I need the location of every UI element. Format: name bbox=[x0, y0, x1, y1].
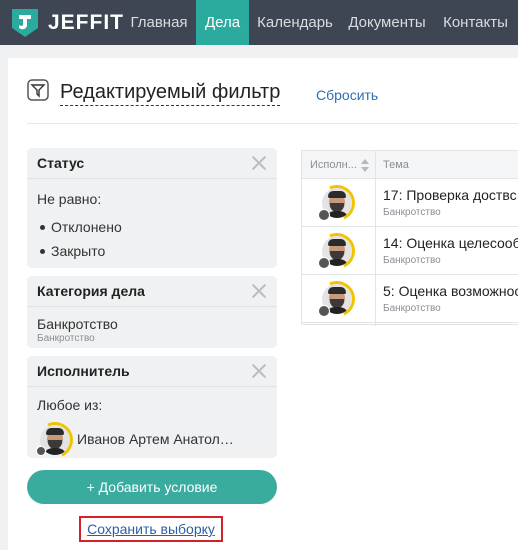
condition-value: Банкротство bbox=[37, 316, 118, 332]
condition-assignee-header: Исполнитель bbox=[27, 356, 277, 387]
avatar bbox=[313, 275, 361, 323]
nav-item-cases[interactable]: Дела bbox=[196, 0, 249, 45]
condition-title: Исполнитель bbox=[37, 363, 130, 379]
close-icon[interactable] bbox=[251, 363, 267, 379]
nav-item-contacts[interactable]: Контакты bbox=[433, 0, 518, 45]
top-navbar: JEFFIT Главная Дела Календарь Документы … bbox=[0, 0, 518, 45]
avatar bbox=[313, 179, 361, 227]
bullet-icon bbox=[40, 224, 45, 230]
condition-operator: Не равно: bbox=[37, 191, 102, 207]
condition-title: Категория дела bbox=[37, 283, 145, 299]
logo-icon bbox=[12, 8, 38, 37]
column-header-assignee[interactable]: Исполн... bbox=[302, 151, 375, 179]
cases-table: Исполн... Тема 17: Проверка доствс Банкр… bbox=[301, 150, 518, 326]
logo-text: JEFFIT bbox=[48, 10, 125, 34]
badge-icon bbox=[318, 257, 330, 269]
divider bbox=[27, 123, 518, 124]
badge-icon bbox=[318, 305, 330, 317]
table-row[interactable]: 5: Оценка возможнос Банкротство bbox=[302, 275, 518, 323]
save-selection-link[interactable]: Сохранить выборку bbox=[79, 516, 223, 542]
nav-item-calendar[interactable]: Календарь bbox=[249, 0, 341, 45]
close-icon[interactable] bbox=[251, 283, 267, 299]
avatar bbox=[31, 416, 79, 464]
sort-icon[interactable] bbox=[361, 159, 369, 172]
table-row[interactable]: 17: Проверка доствс Банкротство bbox=[302, 179, 518, 227]
condition-operator: Любое из: bbox=[37, 397, 103, 413]
task-category: Банкротство bbox=[383, 207, 441, 218]
task-title[interactable]: 17: Проверка доствс bbox=[383, 187, 517, 203]
badge-icon bbox=[318, 209, 330, 221]
close-icon[interactable] bbox=[251, 155, 267, 171]
condition-status: Статус Не равно: Отклонено Закрыто bbox=[27, 148, 277, 268]
reset-link[interactable]: Сбросить bbox=[316, 87, 378, 103]
add-condition-button[interactable]: + Добавить условие bbox=[27, 470, 277, 504]
table-row[interactable]: 14: Оценка целесооб Банкротство bbox=[302, 227, 518, 275]
task-category: Банкротство bbox=[383, 255, 441, 266]
status-dot-icon bbox=[36, 446, 46, 456]
filter-title[interactable]: Редактируемый фильтр bbox=[60, 80, 281, 106]
filter-icon bbox=[27, 79, 49, 101]
condition-category-header: Категория дела bbox=[27, 276, 277, 307]
task-title[interactable]: 5: Оценка возможнос bbox=[383, 283, 518, 299]
condition-subvalue: Банкротство bbox=[37, 333, 95, 344]
column-header-subject[interactable]: Тема bbox=[375, 151, 518, 179]
condition-value: Закрыто bbox=[37, 239, 267, 263]
nav-item-home[interactable]: Главная bbox=[122, 0, 196, 45]
condition-value: Отклонено bbox=[37, 215, 267, 239]
condition-status-header: Статус bbox=[27, 148, 277, 179]
app-logo[interactable]: JEFFIT bbox=[8, 4, 124, 41]
assignee-user: Иванов Артем Анатол… bbox=[31, 416, 267, 464]
task-category: Банкротство bbox=[383, 303, 441, 314]
bullet-icon bbox=[40, 248, 45, 254]
condition-category: Категория дела Банкротство Банкротство bbox=[27, 276, 277, 348]
condition-assignee: Исполнитель Любое из: Иванов Артем Анато… bbox=[27, 356, 277, 464]
avatar bbox=[313, 227, 361, 275]
assignee-name: Иванов Артем Анатол… bbox=[77, 431, 234, 447]
task-title[interactable]: 14: Оценка целесооб bbox=[383, 235, 518, 251]
nav-item-documents[interactable]: Документы bbox=[341, 0, 433, 45]
condition-title: Статус bbox=[37, 155, 85, 171]
